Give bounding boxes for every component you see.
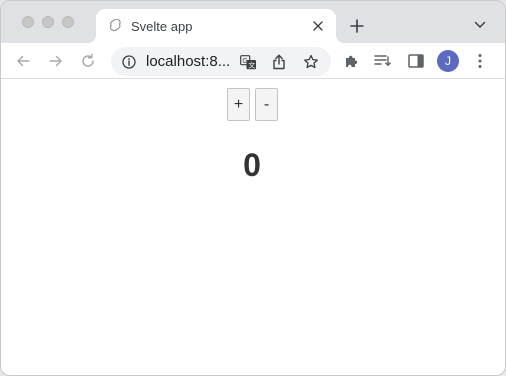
bookmark-star-icon[interactable] bbox=[302, 53, 320, 71]
forward-arrow-icon[interactable] bbox=[46, 51, 66, 71]
tab-close-icon[interactable] bbox=[310, 18, 326, 34]
translate-icon[interactable]: G 文 bbox=[239, 53, 257, 71]
counter-controls: + - bbox=[227, 88, 278, 121]
window-close-button[interactable] bbox=[22, 16, 34, 28]
tab-search-chevron-icon[interactable] bbox=[471, 16, 489, 34]
url-text: localhost:8... bbox=[146, 53, 231, 70]
share-icon[interactable] bbox=[270, 53, 288, 71]
info-icon[interactable] bbox=[121, 54, 137, 70]
window-minimize-button[interactable] bbox=[42, 16, 54, 28]
extensions-puzzle-icon[interactable] bbox=[342, 51, 362, 71]
browser-toolbar: localhost:8... G 文 J bbox=[1, 43, 505, 79]
svelte-logo-icon bbox=[109, 18, 123, 34]
back-arrow-icon[interactable] bbox=[13, 51, 33, 71]
reading-list-icon[interactable] bbox=[373, 51, 393, 71]
decrement-button[interactable]: - bbox=[255, 88, 278, 121]
reload-icon[interactable] bbox=[78, 51, 98, 71]
svg-text:文: 文 bbox=[248, 60, 255, 69]
counter-value: 0 bbox=[243, 147, 261, 183]
address-bar[interactable]: localhost:8... G 文 bbox=[111, 47, 331, 76]
tab-title: Svelte app bbox=[131, 18, 193, 34]
tab-strip: Svelte app bbox=[1, 1, 505, 43]
browser-tab[interactable]: Svelte app bbox=[96, 9, 336, 43]
more-vert-icon[interactable] bbox=[470, 51, 490, 71]
page-content: + - 0 bbox=[1, 79, 505, 375]
window-maximize-button[interactable] bbox=[62, 16, 74, 28]
side-panel-icon[interactable] bbox=[406, 51, 426, 71]
increment-button[interactable]: + bbox=[227, 88, 250, 121]
browser-window: Svelte app localhost:8... G 文 J + - 0 bbox=[0, 0, 506, 376]
new-tab-plus-icon[interactable] bbox=[346, 15, 368, 37]
profile-avatar[interactable]: J bbox=[437, 50, 459, 72]
